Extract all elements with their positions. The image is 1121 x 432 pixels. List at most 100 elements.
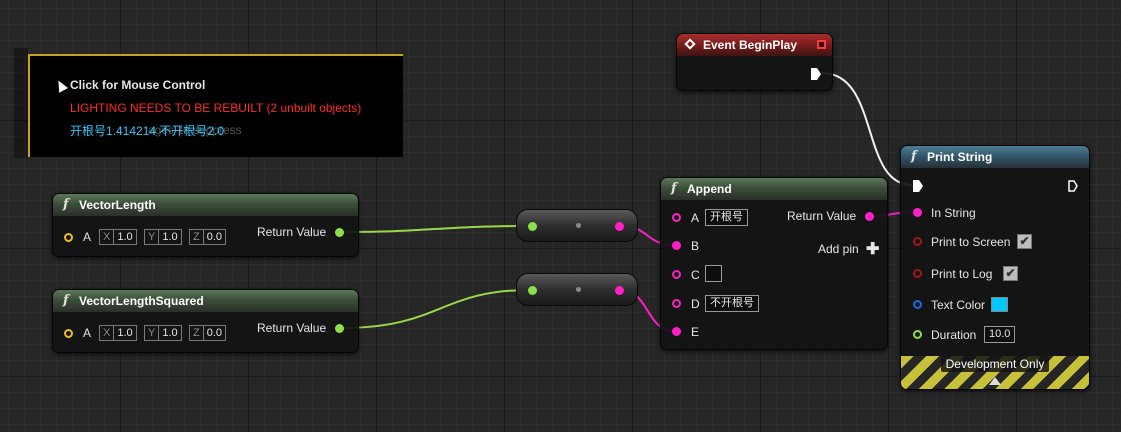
- append-pin-e[interactable]: [672, 327, 681, 336]
- append-node[interactable]: f Append A 开根号 Return Value B Add pin ✚ …: [660, 177, 888, 350]
- vectorlength-title: VectorLength: [79, 198, 156, 212]
- exec-output-pin[interactable]: [1068, 180, 1078, 192]
- float-output-pin[interactable]: [335, 324, 344, 333]
- z-label: Z: [190, 230, 204, 244]
- append-return-value-label: Return Value: [787, 209, 857, 223]
- float-to-string-conversion-node[interactable]: [516, 209, 638, 242]
- print-to-screen-checkbox[interactable]: ✔: [1017, 234, 1032, 249]
- conversion-center-dot: [576, 287, 581, 292]
- x-value: 1.0: [117, 231, 133, 243]
- delegate-pin-icon[interactable]: [817, 40, 826, 49]
- lighting-warning-text: LIGHTING NEEDS TO BE REBUILT (2 unbuilt …: [70, 101, 362, 115]
- overlay-shadow: [14, 48, 28, 158]
- append-header[interactable]: f Append: [661, 178, 887, 200]
- x-label: X: [100, 326, 115, 340]
- function-icon: f: [63, 197, 69, 212]
- conversion-output-pin[interactable]: [615, 222, 624, 231]
- append-pin-d[interactable]: [672, 299, 681, 308]
- z-value: 0.0: [206, 327, 223, 339]
- input-a-label: A: [83, 230, 92, 244]
- vectorlengthsquared-header[interactable]: f VectorLengthSquared: [53, 290, 358, 312]
- print-to-log-checkbox[interactable]: ✔: [1003, 266, 1018, 281]
- x-label: X: [100, 230, 115, 244]
- event-icon: [684, 38, 696, 50]
- y-label: Y: [145, 326, 160, 340]
- vectorlength-header[interactable]: f VectorLength: [53, 194, 358, 216]
- append-title: Append: [687, 182, 732, 196]
- event-beginplay-title: Event BeginPlay: [703, 38, 798, 52]
- duration-label: Duration: [931, 328, 977, 342]
- append-c-text-field[interactable]: [705, 265, 722, 282]
- vector-y-field[interactable]: Y 1.0: [144, 325, 182, 341]
- y-value: 1.0: [162, 231, 178, 243]
- z-value: 0.0: [206, 231, 223, 243]
- append-pin-a[interactable]: [672, 213, 681, 222]
- append-pin-c-label: C: [691, 268, 700, 282]
- vector-x-field[interactable]: X 1.0: [99, 229, 137, 245]
- in-string-label: In String: [931, 206, 976, 220]
- vector-z-field[interactable]: Z 0.0: [189, 325, 227, 341]
- add-pin-label[interactable]: Add pin: [818, 242, 859, 256]
- vectorlength-node[interactable]: f VectorLength A X 1.0 Y 1.0 Z 0.0 Return V…: [52, 193, 359, 257]
- wire-vectorlength-to-reroute: [341, 225, 531, 233]
- text-color-pin[interactable]: [913, 300, 922, 309]
- vectorlengthsquared-title: VectorLengthSquared: [79, 294, 204, 308]
- wire-vectorlengthsquared-to-reroute: [341, 289, 531, 329]
- expand-arrow-icon[interactable]: [989, 377, 1001, 385]
- conversion-input-pin[interactable]: [528, 286, 537, 295]
- print-string-node[interactable]: f Print String In String Print to Screen…: [900, 145, 1090, 390]
- float-output-pin[interactable]: [335, 228, 344, 237]
- append-pin-d-label: D: [691, 297, 700, 311]
- input-a-label: A: [83, 326, 92, 340]
- append-pin-c[interactable]: [672, 270, 681, 279]
- y-label: Y: [145, 230, 160, 244]
- append-output-pin[interactable]: [865, 212, 874, 221]
- conversion-center-dot: [576, 223, 581, 228]
- conversion-input-pin[interactable]: [528, 222, 537, 231]
- vector-input-pin[interactable]: [64, 233, 73, 242]
- vector-input-pin[interactable]: [64, 329, 73, 338]
- print-to-log-pin[interactable]: [913, 269, 922, 278]
- exec-input-pin[interactable]: [913, 180, 923, 192]
- click-for-mouse-control-text[interactable]: Click for Mouse Control: [70, 78, 205, 92]
- z-label: Z: [190, 326, 204, 340]
- print-string-header[interactable]: f Print String: [901, 146, 1089, 168]
- function-icon: f: [63, 293, 69, 308]
- return-value-label: Return Value: [257, 225, 327, 239]
- viewport-message-overlay[interactable]: Click for Mouse Control LIGHTING NEEDS T…: [28, 54, 403, 157]
- conversion-output-pin[interactable]: [615, 286, 624, 295]
- print-to-screen-pin[interactable]: [913, 237, 922, 246]
- append-pin-b[interactable]: [672, 241, 681, 250]
- vector-z-field[interactable]: Z 0.0: [189, 229, 227, 245]
- print-string-output-text: 开根号1.414214 不开根号2.0: [70, 124, 225, 138]
- add-pin-icon[interactable]: ✚: [866, 239, 879, 259]
- exec-output-pin[interactable]: [811, 68, 821, 80]
- float-to-string-conversion-node-2[interactable]: [516, 273, 638, 306]
- development-only-banner: Development Only: [901, 356, 1089, 389]
- y-value: 1.0: [162, 327, 178, 339]
- append-d-text-field[interactable]: 不开根号: [705, 295, 759, 312]
- duration-field[interactable]: 10.0: [984, 326, 1016, 343]
- print-to-log-label: Print to Log: [931, 267, 993, 281]
- print-string-title: Print String: [927, 150, 993, 164]
- append-a-text-field[interactable]: 开根号: [705, 209, 748, 226]
- append-pin-a-label: A: [691, 211, 700, 225]
- in-string-pin[interactable]: [913, 208, 922, 217]
- append-pin-b-label: B: [691, 239, 700, 253]
- function-icon: f: [911, 149, 917, 164]
- x-value: 1.0: [117, 327, 133, 339]
- text-color-swatch[interactable]: [991, 297, 1008, 312]
- duration-pin[interactable]: [913, 330, 922, 339]
- development-only-label: Development Only: [941, 356, 1049, 372]
- exec-wire: [821, 72, 913, 186]
- mouse-cursor-icon: [54, 78, 68, 93]
- vector-x-field[interactable]: X 1.0: [99, 325, 137, 341]
- text-color-label: Text Color: [931, 298, 986, 312]
- event-beginplay-node[interactable]: Event BeginPlay: [676, 33, 833, 91]
- print-to-screen-label: Print to Screen: [931, 235, 1011, 249]
- append-pin-e-label: E: [691, 325, 700, 339]
- vector-y-field[interactable]: Y 1.0: [144, 229, 182, 245]
- vectorlengthsquared-node[interactable]: f VectorLengthSquared A X 1.0 Y 1.0 Z 0.0 R…: [52, 289, 359, 353]
- function-icon: f: [671, 181, 677, 196]
- event-beginplay-header[interactable]: Event BeginPlay: [677, 34, 832, 56]
